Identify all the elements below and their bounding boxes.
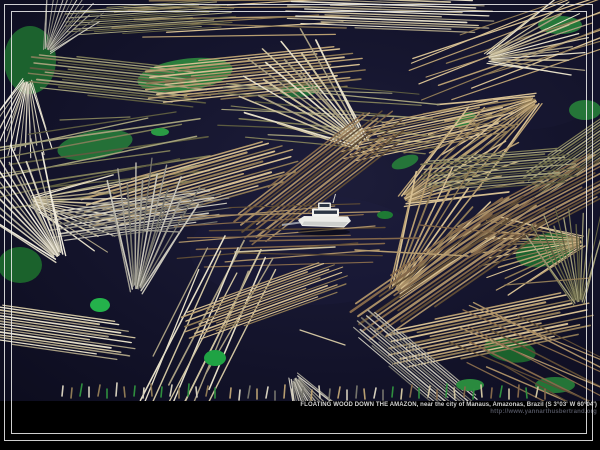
photo-canvas xyxy=(0,0,600,401)
photo-caption: FLOATING WOOD DOWN THE AMAZON, near the … xyxy=(0,402,597,409)
wallpaper: FLOATING WOOD DOWN THE AMAZON, near the … xyxy=(0,0,600,450)
boat-reflection xyxy=(298,229,350,236)
caption-band: FLOATING WOOD DOWN THE AMAZON, near the … xyxy=(0,401,600,450)
aerial-photo xyxy=(0,0,600,401)
credit-url: http://www.yannarthusbertrand.org xyxy=(0,409,597,416)
